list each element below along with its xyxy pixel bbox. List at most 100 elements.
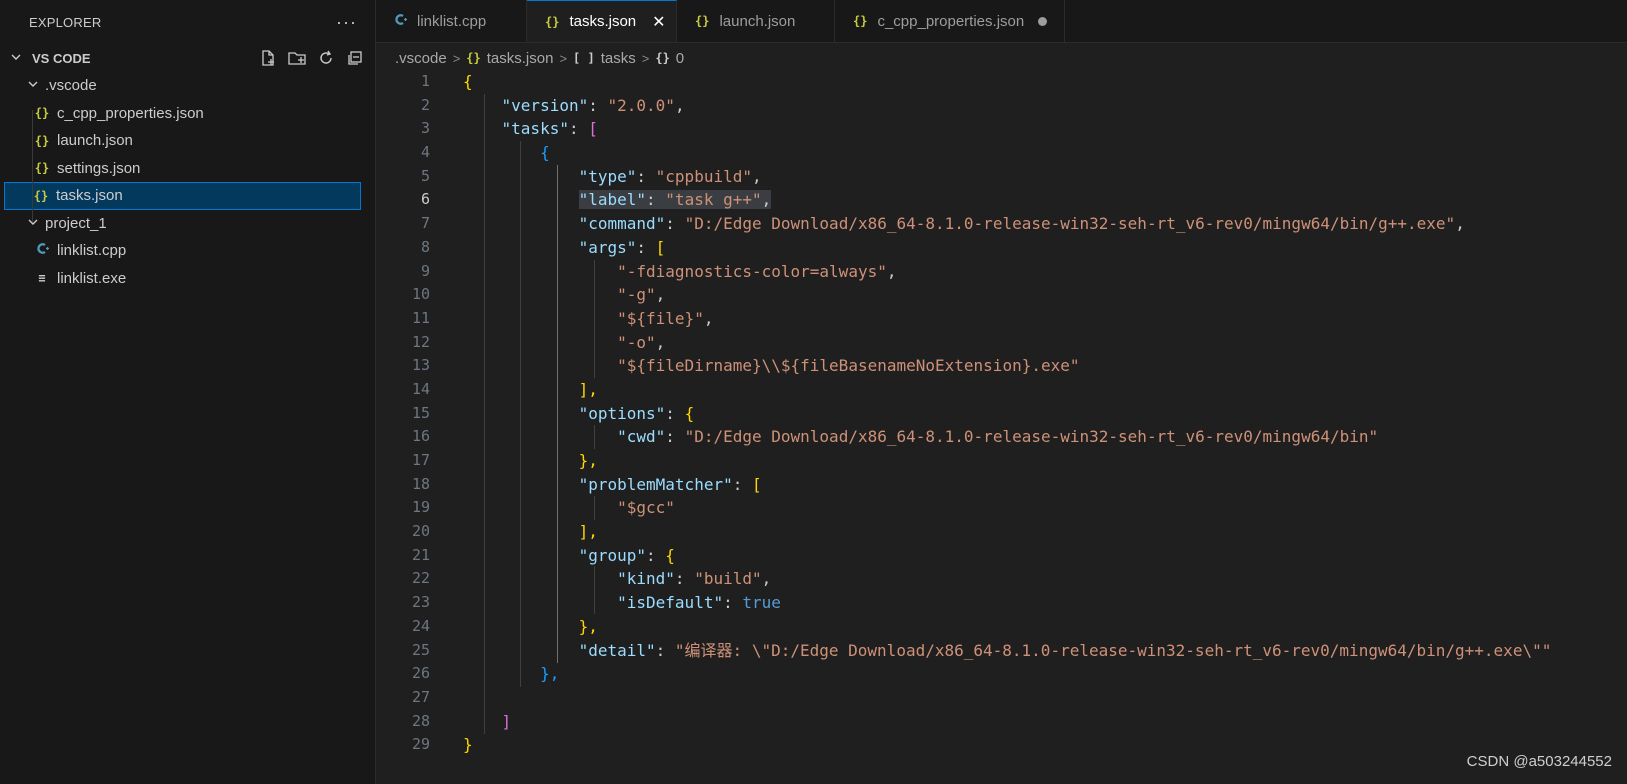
line-number: 15 xyxy=(411,403,430,422)
explorer-sidebar: EXPLORER ··· VS CODE .vscode {} c_cpp_pr… xyxy=(0,0,376,784)
chevron-down-icon xyxy=(25,78,41,93)
tab-launch-json[interactable]: {} launch.json xyxy=(677,0,835,42)
file-label: launch.json xyxy=(57,132,133,150)
json-string: "-o" xyxy=(617,332,656,352)
line-number: 21 xyxy=(411,545,430,564)
json-key: "kind" xyxy=(617,569,675,589)
collapse-all-icon[interactable] xyxy=(345,48,365,68)
line-number: 9 xyxy=(420,261,430,280)
brace: }, xyxy=(578,616,598,636)
json-string: "-fdiagnostics-color=always" xyxy=(617,261,887,281)
breadcrumb-file[interactable]: tasks.json xyxy=(487,50,554,67)
file-tasks-json[interactable]: {} tasks.json xyxy=(4,182,361,210)
folder-vscode[interactable]: .vscode xyxy=(0,72,375,100)
code-line: 24 }, xyxy=(376,615,1627,639)
line-number: 8 xyxy=(420,237,430,256)
code-line: 25 "detail": "编译器: \"D:/Edge Download/x8… xyxy=(376,639,1627,663)
tab-c-cpp-properties-json[interactable]: {} c_cpp_properties.json xyxy=(835,0,1065,42)
file-launch-json[interactable]: {} launch.json xyxy=(0,127,375,155)
json-string: "D:/Edge Download/x86_64-8.1.0-release-w… xyxy=(684,427,1379,447)
json-key: "label" xyxy=(578,190,647,210)
workspace-section-header[interactable]: VS CODE xyxy=(0,44,375,72)
line-number: 14 xyxy=(411,379,430,398)
breadcrumb-tasks[interactable]: tasks xyxy=(601,50,636,67)
tab-label: linklist.cpp xyxy=(417,12,487,30)
tab-tasks-json[interactable]: {} tasks.json ✕ xyxy=(527,0,677,42)
chevron-down-icon xyxy=(10,51,26,66)
code-line: 1{ xyxy=(376,70,1627,94)
json-file-icon: {} xyxy=(34,133,50,148)
file-label: tasks.json xyxy=(56,187,123,205)
new-file-icon[interactable] xyxy=(258,48,278,68)
json-key: "problemMatcher" xyxy=(578,474,733,494)
file-settings-json[interactable]: {} settings.json xyxy=(0,155,375,183)
line-number: 13 xyxy=(411,356,430,375)
line-number: 24 xyxy=(411,616,430,635)
code-line: 29} xyxy=(376,733,1627,757)
tab-linklist-cpp[interactable]: linklist.cpp xyxy=(376,0,527,42)
json-key: "group" xyxy=(578,545,647,565)
line-number: 16 xyxy=(411,427,430,446)
code-line: 14 ], xyxy=(376,378,1627,402)
brace: { xyxy=(463,72,473,91)
line-number: 5 xyxy=(420,166,430,185)
folder-project-1[interactable]: project_1 xyxy=(0,210,375,238)
line-number: 12 xyxy=(411,332,430,351)
breadcrumb-folder[interactable]: .vscode xyxy=(395,50,447,67)
chevron-right-icon: > xyxy=(559,50,568,66)
code-editor[interactable]: 1{ 2 "version": "2.0.0", 3 "tasks": [ 4 … xyxy=(376,70,1627,784)
line-number: 20 xyxy=(411,522,430,541)
json-string: "D:/Edge Download/x86_64-8.1.0-release-w… xyxy=(684,214,1456,234)
line-number: 10 xyxy=(411,285,430,304)
json-file-icon: {} xyxy=(853,14,868,28)
line-number: 17 xyxy=(411,451,430,469)
folder-label: project_1 xyxy=(45,214,107,232)
json-key: "options" xyxy=(578,403,666,423)
selection-highlight: "label": "task g++", xyxy=(578,190,772,210)
json-string: "${fileDirname}\\${fileBasenameNoExtensi… xyxy=(617,356,1080,376)
code-line: 3 "tasks": [ xyxy=(376,117,1627,141)
code-line: 19 "$gcc" xyxy=(376,496,1627,520)
brace: }, xyxy=(578,451,598,470)
json-string: "2.0.0" xyxy=(607,95,675,115)
chevron-down-icon xyxy=(25,216,41,231)
json-string: "编译器: \"D:/Edge Download/x86_64-8.1.0-re… xyxy=(674,640,1552,660)
code-line: 15 "options": { xyxy=(376,402,1627,426)
json-key: "isDefault" xyxy=(617,593,724,613)
json-file-icon: {} xyxy=(34,106,50,121)
code-line: 28 ] xyxy=(376,710,1627,734)
bracket: ] xyxy=(501,711,512,731)
code-line: 18 "problemMatcher": [ xyxy=(376,473,1627,497)
object-icon: {} xyxy=(655,51,670,65)
explorer-title: EXPLORER xyxy=(29,14,102,30)
file-c-cpp-properties-json[interactable]: {} c_cpp_properties.json xyxy=(0,100,375,128)
json-string: "build" xyxy=(694,569,762,589)
json-string: "$gcc" xyxy=(617,498,675,518)
file-linklist-exe[interactable]: ≡ linklist.exe xyxy=(0,265,375,293)
file-label: linklist.cpp xyxy=(57,242,127,260)
more-actions-icon[interactable]: ··· xyxy=(336,12,357,33)
json-key: "tasks" xyxy=(501,119,569,139)
brace: } xyxy=(463,735,473,755)
brace: }, xyxy=(540,664,560,684)
refresh-icon[interactable] xyxy=(316,48,336,68)
brace: { xyxy=(540,143,550,163)
code-line: 20 ], xyxy=(376,520,1627,544)
close-icon[interactable]: ✕ xyxy=(652,12,665,32)
new-folder-icon[interactable] xyxy=(287,48,307,68)
json-file-icon: {} xyxy=(33,188,49,203)
code-line: 27 xyxy=(376,686,1627,710)
code-line: 16 "cwd": "D:/Edge Download/x86_64-8.1.0… xyxy=(376,425,1627,449)
json-file-icon: {} xyxy=(545,14,560,29)
code-line: 4 { xyxy=(376,141,1627,165)
code-line: 8 "args": [ xyxy=(376,236,1627,260)
code-line: 26 }, xyxy=(376,662,1627,686)
unsaved-dot-icon[interactable] xyxy=(1038,16,1048,26)
file-linklist-cpp[interactable]: linklist.cpp xyxy=(0,237,375,265)
bracket: ], xyxy=(578,379,598,399)
code-line: 17 }, xyxy=(376,449,1627,473)
folder-label: .vscode xyxy=(45,77,97,95)
json-key: "args" xyxy=(578,237,637,257)
breadcrumb-index[interactable]: 0 xyxy=(676,50,684,67)
code-line-current: 6 "label": "task g++", xyxy=(376,188,1627,212)
